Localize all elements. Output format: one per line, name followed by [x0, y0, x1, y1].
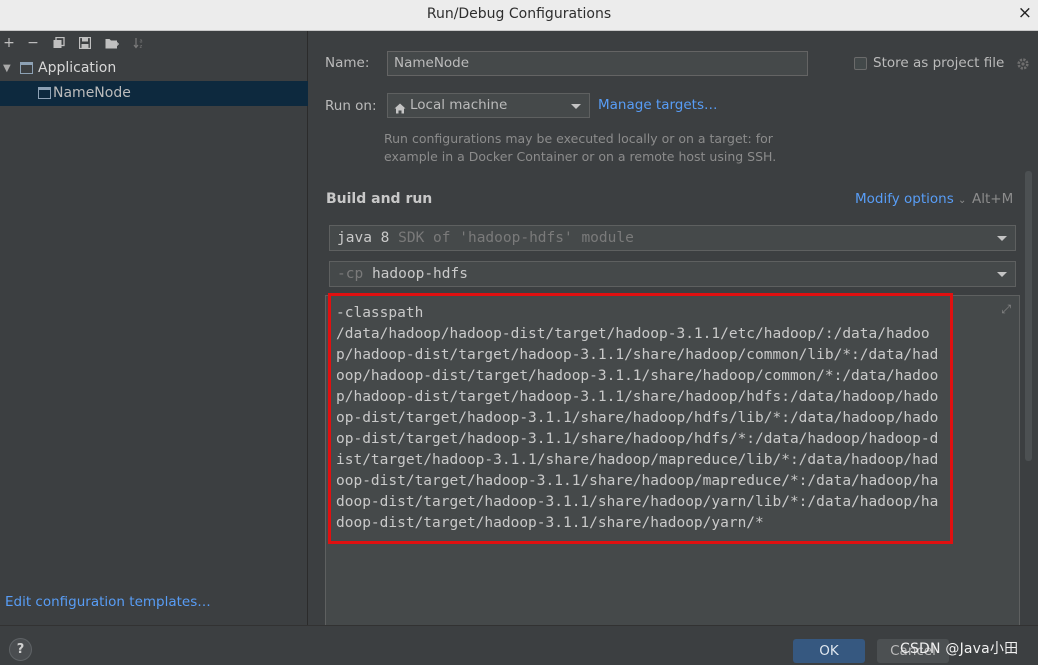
sort-icon[interactable]: az — [130, 33, 148, 53]
tree-item-label: Application — [38, 60, 117, 76]
jdk-hint: SDK of 'hadoop-hdfs' module — [398, 230, 634, 246]
dialog-button-bar: ? OK Cancel CSDN @Java小田 — [0, 625, 1038, 665]
watermark: CSDN @Java小田 — [900, 641, 1019, 657]
remove-icon[interactable]: − — [24, 33, 42, 53]
application-icon — [20, 62, 33, 74]
home-icon — [394, 99, 406, 122]
tree-item-label: NameNode — [53, 85, 131, 101]
build-and-run-heading: Build and run — [326, 191, 433, 207]
ok-button[interactable]: OK — [793, 639, 865, 663]
edit-templates-link[interactable]: Edit configuration templates… — [5, 594, 211, 610]
tree-toolbar: + − az — [0, 31, 308, 55]
title-bar: Run/Debug Configurations × — [0, 0, 1038, 31]
checkbox-box[interactable] — [854, 57, 867, 70]
store-label: Store as project file — [873, 55, 1005, 71]
help-button[interactable]: ? — [9, 638, 32, 661]
chevron-down-icon — [997, 272, 1007, 277]
chevron-down-icon — [997, 236, 1007, 241]
chevron-down-icon — [571, 104, 581, 109]
chevron-down-icon[interactable]: ▼ — [3, 56, 11, 81]
configurations-tree-panel: + − az ▼ Application NameNode Edit confi… — [0, 31, 308, 625]
gear-icon[interactable] — [1016, 57, 1030, 71]
vertical-scrollbar[interactable] — [1025, 171, 1032, 461]
tree-item-namenode[interactable]: NameNode — [0, 81, 308, 106]
new-folder-icon[interactable] — [103, 33, 121, 53]
jdk-select[interactable]: java 8 SDK of 'hadoop-hdfs' module — [329, 225, 1016, 251]
close-icon[interactable]: × — [1018, 3, 1032, 23]
save-icon[interactable] — [76, 33, 94, 53]
cp-flag: -cp — [337, 266, 364, 282]
manage-targets-link[interactable]: Manage targets… — [598, 97, 718, 113]
expand-icon[interactable]: ⤢ — [1001, 302, 1011, 317]
run-on-hint: Run configurations may be executed local… — [384, 131, 777, 164]
vm-options-editor[interactable]: -classpath /data/hadoop/hadoop-dist/targ… — [325, 295, 1020, 644]
cp-module-value: hadoop-hdfs — [371, 266, 468, 282]
configurations-tree: ▼ Application NameNode — [0, 56, 308, 106]
run-on-select[interactable]: Local machine — [387, 93, 590, 118]
modify-options-shortcut: Alt+M — [972, 191, 1014, 207]
svg-text:z: z — [140, 44, 143, 49]
run-on-value: Local machine — [410, 97, 508, 113]
modify-options-label: Modify options — [855, 191, 954, 207]
application-config-icon — [38, 87, 51, 99]
add-icon[interactable]: + — [0, 33, 18, 53]
vm-options-text[interactable]: -classpath /data/hadoop/hadoop-dist/targ… — [336, 303, 941, 534]
run-on-label: Run on: — [325, 98, 377, 114]
tree-item-application[interactable]: ▼ Application — [0, 56, 308, 81]
name-field[interactable]: NameNode — [387, 51, 808, 76]
copy-icon[interactable] — [50, 33, 68, 53]
chevron-down-icon: ⌄ — [958, 195, 967, 206]
name-label: Name: — [325, 55, 370, 71]
jdk-value: java 8 — [337, 230, 390, 246]
classpath-module-select[interactable]: -cp hadoop-hdfs — [329, 261, 1016, 287]
configuration-form: Name: NameNode Store as project file Run… — [309, 31, 1038, 644]
modify-options-link[interactable]: Modify options ⌄ — [855, 191, 966, 207]
window-title: Run/Debug Configurations — [426, 6, 612, 22]
